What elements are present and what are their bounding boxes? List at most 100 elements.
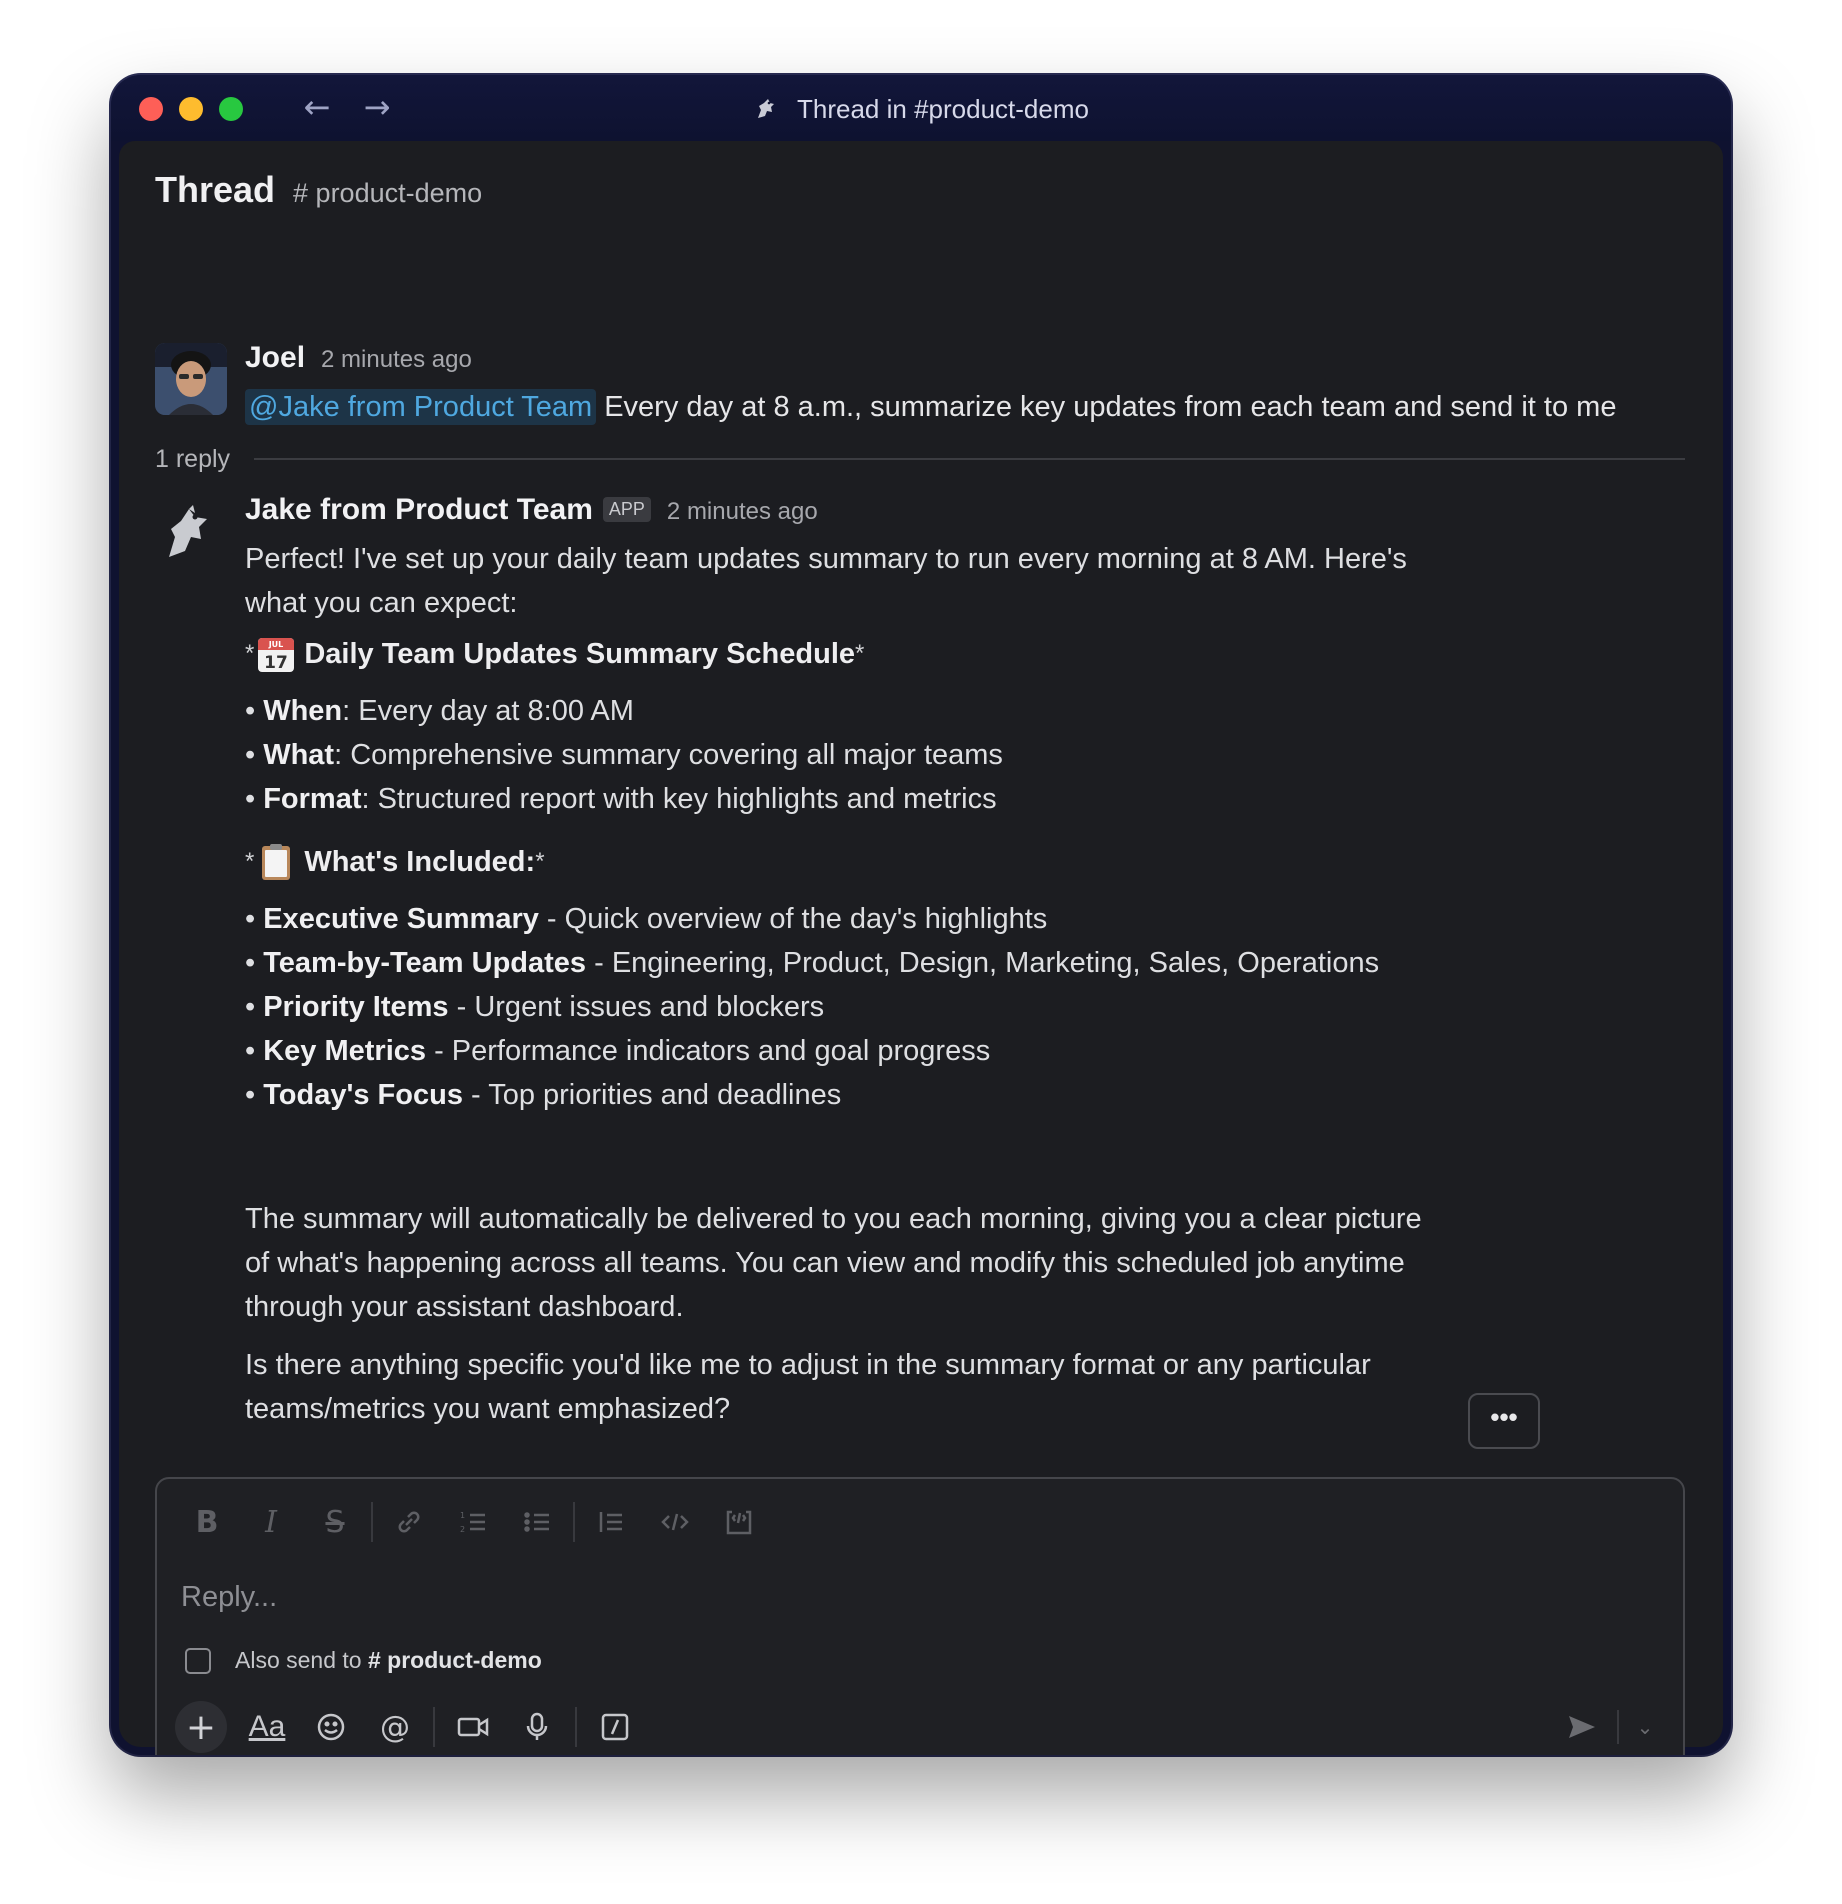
code-block-icon[interactable] xyxy=(707,1499,771,1545)
list-item-label: Format xyxy=(263,783,362,815)
blockquote-icon[interactable] xyxy=(579,1499,643,1545)
clipboard-icon xyxy=(262,844,291,880)
calendar-day: 17 xyxy=(265,653,289,673)
reply-intro: Perfect! I've set up your daily team upd… xyxy=(245,543,1407,619)
window-title: Thread in #product-demo xyxy=(111,93,1731,125)
text-format-label: Aa xyxy=(248,1710,286,1743)
list-item: • Key Metrics - Performance indicators a… xyxy=(245,1035,991,1067)
slash-command-icon[interactable] xyxy=(583,1701,647,1753)
divider-line xyxy=(254,458,1685,460)
list-item-text: - Performance indicators and goal progre… xyxy=(426,1035,991,1067)
list-item-label: What xyxy=(263,739,335,771)
thread-header: Thread # product-demo xyxy=(155,169,482,219)
list-item: • Today's Focus - Top priorities and dea… xyxy=(245,1079,842,1111)
list-item: • Format: Structured report with key hig… xyxy=(245,783,997,815)
send-icon[interactable] xyxy=(1555,1701,1609,1753)
ordered-list-icon[interactable]: 12 xyxy=(441,1499,505,1545)
toolbar-divider xyxy=(573,1502,575,1542)
code-icon[interactable] xyxy=(643,1499,707,1545)
list-item-label: Priority Items xyxy=(263,991,449,1023)
schedule-heading: * JUL 17 Daily Team Updates Summary Sche… xyxy=(245,629,1505,679)
parent-message-header: Joel 2 minutes ago xyxy=(245,341,472,375)
parent-message-body: @Jake from Product Team Every day at 8 a.… xyxy=(245,387,1616,427)
emoji-icon[interactable] xyxy=(299,1701,363,1753)
bot-avatar[interactable] xyxy=(155,493,227,565)
list-item-label: Key Metrics xyxy=(263,1035,427,1067)
closing-paragraph: The summary will automatically be delive… xyxy=(245,1203,1422,1323)
list-item: • Priority Items - Urgent issues and blo… xyxy=(245,991,825,1023)
sender-name[interactable]: Joel xyxy=(245,341,305,375)
send-divider xyxy=(1617,1710,1619,1744)
bold-icon[interactable]: B xyxy=(175,1499,239,1545)
chevron-down-icon[interactable]: ⌄ xyxy=(1627,1701,1663,1753)
toolbar-divider xyxy=(433,1707,435,1747)
mention-icon[interactable]: @ xyxy=(363,1701,427,1753)
calendar-month: JUL xyxy=(268,640,284,649)
plus-icon[interactable]: + xyxy=(175,1701,227,1753)
closing-question: Is there anything specific you'd like me… xyxy=(245,1349,1371,1425)
also-send-channel: # product-demo xyxy=(367,1647,542,1673)
list-item-text: - Top priorities and deadlines xyxy=(462,1079,842,1111)
reply-composer: B I S 12 Reply... Also send to # product… xyxy=(155,1477,1685,1755)
list-item-text: : Structured report with key highlights … xyxy=(361,783,997,815)
list-item: • Team-by-Team Updates - Engineering, Pr… xyxy=(245,947,1380,979)
thread-channel-link[interactable]: # product-demo xyxy=(293,178,482,209)
list-item-label: When xyxy=(263,695,343,727)
schedule-list: • When: Every day at 8:00 AM • What: Com… xyxy=(245,689,1505,821)
reply-divider: 1 reply xyxy=(155,441,1685,477)
thread-panel: Thread # product-demo Joel 2 minutes ago… xyxy=(119,141,1723,1755)
parent-message-text: Every day at 8 a.m., summarize key updat… xyxy=(604,391,1617,423)
also-send-checkbox[interactable] xyxy=(185,1647,211,1674)
text-format-icon[interactable]: Aa xyxy=(235,1701,299,1753)
link-icon[interactable] xyxy=(377,1499,441,1545)
reply-input[interactable] xyxy=(181,1575,1181,1619)
send-area: ⌄ xyxy=(1555,1701,1663,1753)
more-actions-button[interactable]: ••• xyxy=(1468,1393,1540,1449)
user-avatar-icon xyxy=(155,343,227,415)
user-mention[interactable]: @Jake from Product Team xyxy=(245,389,597,425)
avatar[interactable] xyxy=(155,343,227,415)
bullet-list-icon[interactable] xyxy=(505,1499,569,1545)
schedule-heading-text: Daily Team Updates Summary Schedule xyxy=(304,638,856,670)
app-logo-icon xyxy=(169,505,207,557)
app-badge: APP xyxy=(602,497,651,522)
list-item-text: - Urgent issues and blockers xyxy=(448,991,825,1023)
list-item-text: - Quick overview of the day's highlights xyxy=(538,903,1048,935)
also-send-option: Also send to # product-demo xyxy=(185,1647,542,1674)
title-bar: ← → Thread in #product-demo xyxy=(111,75,1731,141)
list-item-text: : Every day at 8:00 AM xyxy=(342,695,634,727)
included-heading: * What's Included: * xyxy=(245,837,1505,887)
svg-text:2: 2 xyxy=(460,1525,465,1534)
toolbar-divider xyxy=(371,1502,373,1542)
list-item: • What: Comprehensive summary covering a… xyxy=(245,739,1003,771)
also-send-label[interactable]: Also send to # product-demo xyxy=(235,1647,542,1674)
list-item-text: : Comprehensive summary covering all maj… xyxy=(334,739,1003,771)
list-item: • Executive Summary - Quick overview of … xyxy=(245,903,1048,935)
list-item-text: - Engineering, Product, Design, Marketin… xyxy=(586,947,1380,979)
microphone-icon[interactable] xyxy=(505,1701,569,1753)
list-item: • When: Every day at 8:00 AM xyxy=(245,695,634,727)
reply-count: 1 reply xyxy=(155,444,231,473)
app-logo-icon xyxy=(758,99,775,118)
sender-name[interactable]: Jake from Product Team xyxy=(245,493,593,527)
toolbar-divider xyxy=(575,1707,577,1747)
message-timestamp[interactable]: 2 minutes ago xyxy=(321,346,472,374)
list-item-label: Team-by-Team Updates xyxy=(263,947,587,979)
composer-actions: + Aa @ xyxy=(175,1701,647,1753)
video-icon[interactable] xyxy=(441,1701,505,1753)
also-send-prefix: Also send to xyxy=(235,1647,362,1673)
svg-text:1: 1 xyxy=(460,1511,465,1520)
reply-message-header: Jake from Product Team APP 2 minutes ago xyxy=(245,493,818,527)
strikethrough-icon[interactable]: S xyxy=(303,1499,367,1545)
calendar-icon: JUL 17 xyxy=(258,638,295,673)
included-list: • Executive Summary - Quick overview of … xyxy=(245,897,1505,1117)
included-heading-text: What's Included: xyxy=(304,846,536,878)
window-title-text: Thread in #product-demo xyxy=(797,94,1089,124)
list-item-label: Today's Focus xyxy=(263,1079,463,1111)
app-window: ← → Thread in #product-demo Thread # pro… xyxy=(111,75,1731,1755)
thread-title: Thread xyxy=(155,169,276,210)
italic-icon[interactable]: I xyxy=(239,1499,303,1545)
list-item-label: Executive Summary xyxy=(263,903,539,935)
formatting-toolbar: B I S 12 xyxy=(175,1499,771,1545)
message-timestamp[interactable]: 2 minutes ago xyxy=(667,498,818,526)
